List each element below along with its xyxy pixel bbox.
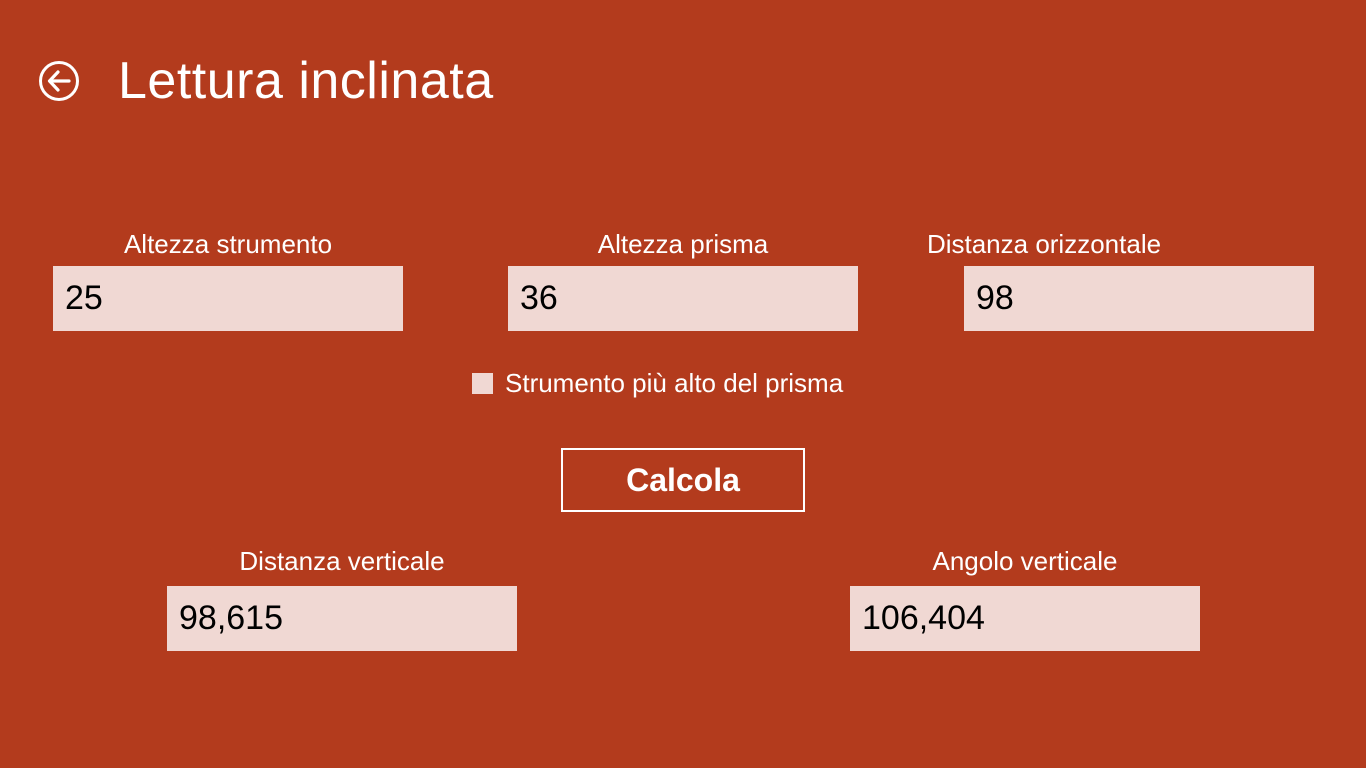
back-arrow-icon <box>39 61 79 101</box>
checkbox-label: Strumento più alto del prisma <box>505 367 844 398</box>
distanza-verticale-label: Distanza verticale <box>239 546 445 576</box>
angolo-verticale-output[interactable] <box>850 586 1200 651</box>
checkbox-box[interactable] <box>472 372 493 394</box>
altezza-strumento-label: Altezza strumento <box>123 229 333 259</box>
app-page: Lettura inclinata Altezza strumento Alte… <box>0 0 1366 768</box>
altezza-prisma-label: Altezza prisma <box>597 229 769 259</box>
distanza-verticale-output[interactable] <box>167 586 517 651</box>
distanza-orizzontale-input[interactable] <box>964 266 1314 331</box>
angolo-verticale-label: Angolo verticale <box>932 546 1118 576</box>
distanza-orizzontale-label: Distanza orizzontale <box>926 229 1162 259</box>
altezza-prisma-input[interactable] <box>508 266 858 331</box>
strumento-piu-alto-checkbox[interactable]: Strumento più alto del prisma <box>472 366 843 400</box>
page-title: Lettura inclinata <box>118 52 494 110</box>
altezza-strumento-input[interactable] <box>53 266 403 331</box>
calcola-button[interactable]: Calcola <box>561 448 805 512</box>
back-button[interactable] <box>38 60 80 102</box>
